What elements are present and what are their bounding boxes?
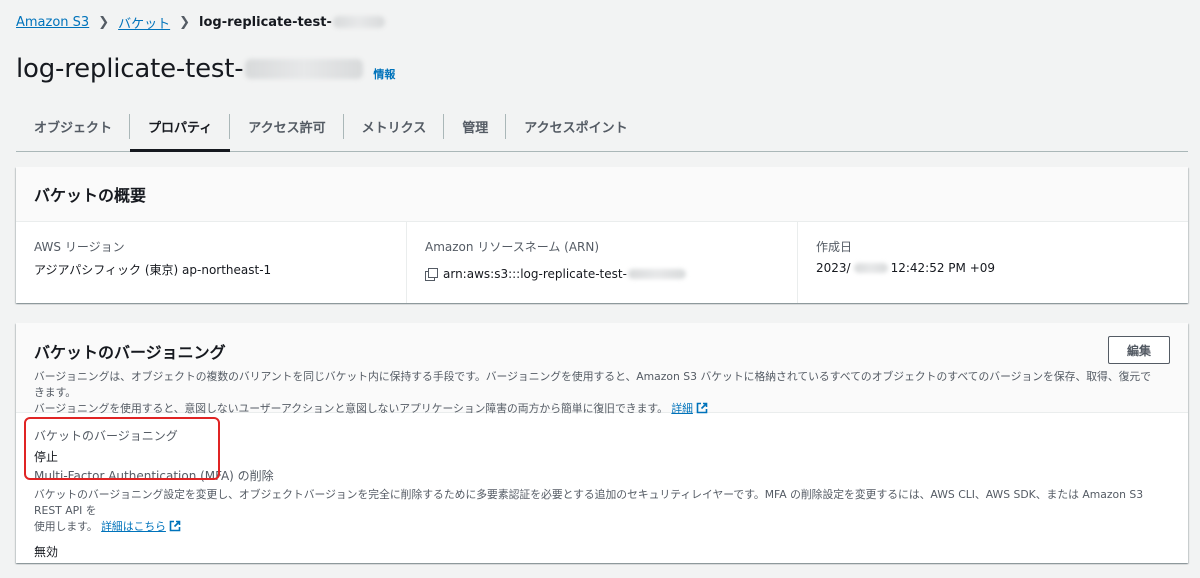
copy-icon[interactable]	[425, 268, 438, 281]
region-value: アジアパシフィック (東京) ap-northeast-1	[34, 263, 272, 277]
created-date-prefix: 2023/	[816, 261, 851, 275]
mfa-desc-line-1: バケットのバージョニング設定を変更し、オブジェクトバージョンを完全に削除するため…	[34, 488, 1144, 517]
tab-label: アクセス許可	[248, 121, 326, 136]
versioning-status-value: 停止	[34, 450, 59, 464]
region-label: AWS リージョン	[34, 240, 125, 254]
panel-title: バケットのバージョニング	[34, 343, 226, 362]
page-title: log-replicate-test-	[16, 54, 244, 84]
info-link[interactable]: 情報	[373, 66, 395, 82]
chevron-right-icon: ❯	[179, 14, 191, 30]
mfa-delete-label: Multi-Factor Authentication (MFA) の削除	[34, 469, 274, 483]
tab-label: オブジェクト	[34, 121, 113, 136]
created-column: 作成日 2023/ 12:42:52 PM +09	[797, 222, 1188, 303]
versioning-status-label: バケットのバージョニング	[34, 429, 178, 443]
tab-label: プロパティ	[148, 121, 213, 136]
tab-properties[interactable]: プロパティ	[130, 102, 231, 152]
panel-header: バケットの概要	[16, 167, 1188, 222]
tab-metrics[interactable]: メトリクス	[344, 102, 445, 151]
tab-permissions[interactable]: アクセス許可	[230, 102, 344, 151]
arn-value-row: arn:aws:s3:::log-replicate-test-	[425, 267, 779, 281]
panel-header: バケットのバージョニング 編集 バージョニングは、オブジェクトの複数のバリアント…	[16, 323, 1188, 415]
arn-column: Amazon リソースネーム (ARN) arn:aws:s3:::log-re…	[406, 222, 797, 303]
chevron-right-icon: ❯	[98, 14, 110, 30]
tab-management[interactable]: 管理	[444, 102, 507, 151]
breadcrumb-current: log-replicate-test-	[199, 14, 332, 30]
panel-title: バケットの概要	[34, 186, 147, 205]
tab-access-points[interactable]: アクセスポイント	[506, 102, 645, 151]
edit-button[interactable]: 編集	[1108, 336, 1170, 364]
description-line-1: バージョニングは、オブジェクトの複数のバリアントを同じバケット内に保持する手段で…	[34, 370, 1152, 399]
redacted-text	[853, 263, 888, 273]
mfa-learn-more-link[interactable]: 詳細はこちら	[101, 520, 166, 533]
created-label: 作成日	[816, 240, 853, 254]
mfa-delete-value: 無効	[34, 545, 59, 559]
redacted-text	[332, 16, 385, 28]
tab-bar: オブジェクト プロパティ アクセス許可 メトリクス 管理 アクセスポイント	[16, 102, 1188, 152]
breadcrumb: Amazon S3 ❯ バケット ❯ log-replicate-test-	[16, 13, 385, 32]
created-time: 12:42:52 PM +09	[890, 261, 996, 275]
redacted-text	[627, 269, 686, 279]
overview-body: AWS リージョン アジアパシフィック (東京) ap-northeast-1 …	[16, 222, 1188, 303]
external-link-icon[interactable]	[169, 520, 181, 532]
redacted-text	[245, 59, 364, 79]
tab-objects[interactable]: オブジェクト	[16, 102, 131, 151]
breadcrumb-buckets[interactable]: バケット	[118, 13, 170, 32]
arn-label: Amazon リソースネーム (ARN)	[425, 240, 600, 254]
tab-label: メトリクス	[361, 121, 427, 136]
page-header: log-replicate-test- 情報	[16, 54, 395, 84]
created-value-row: 2023/ 12:42:52 PM +09	[816, 261, 1170, 275]
arn-value: arn:aws:s3:::log-replicate-test-	[443, 267, 627, 281]
bucket-versioning-panel: バケットのバージョニング 編集 バージョニングは、オブジェクトの複数のバリアント…	[16, 323, 1188, 563]
tab-label: 管理	[462, 121, 489, 136]
mfa-desc-line-2: 使用します。	[34, 520, 98, 533]
mfa-delete-description: バケットのバージョニング設定を変更し、オブジェクトバージョンを完全に削除するため…	[34, 487, 1170, 535]
tab-label: アクセスポイント	[524, 121, 628, 136]
versioning-description: バージョニングは、オブジェクトの複数のバリアントを同じバケット内に保持する手段で…	[34, 369, 1170, 417]
versioning-body: バケットのバージョニング 停止 Multi-Factor Authenticat…	[16, 413, 1188, 574]
region-column: AWS リージョン アジアパシフィック (東京) ap-northeast-1	[16, 222, 406, 303]
bucket-overview-panel: バケットの概要 AWS リージョン アジアパシフィック (東京) ap-nort…	[16, 167, 1188, 303]
breadcrumb-amazon-s3[interactable]: Amazon S3	[16, 15, 89, 30]
